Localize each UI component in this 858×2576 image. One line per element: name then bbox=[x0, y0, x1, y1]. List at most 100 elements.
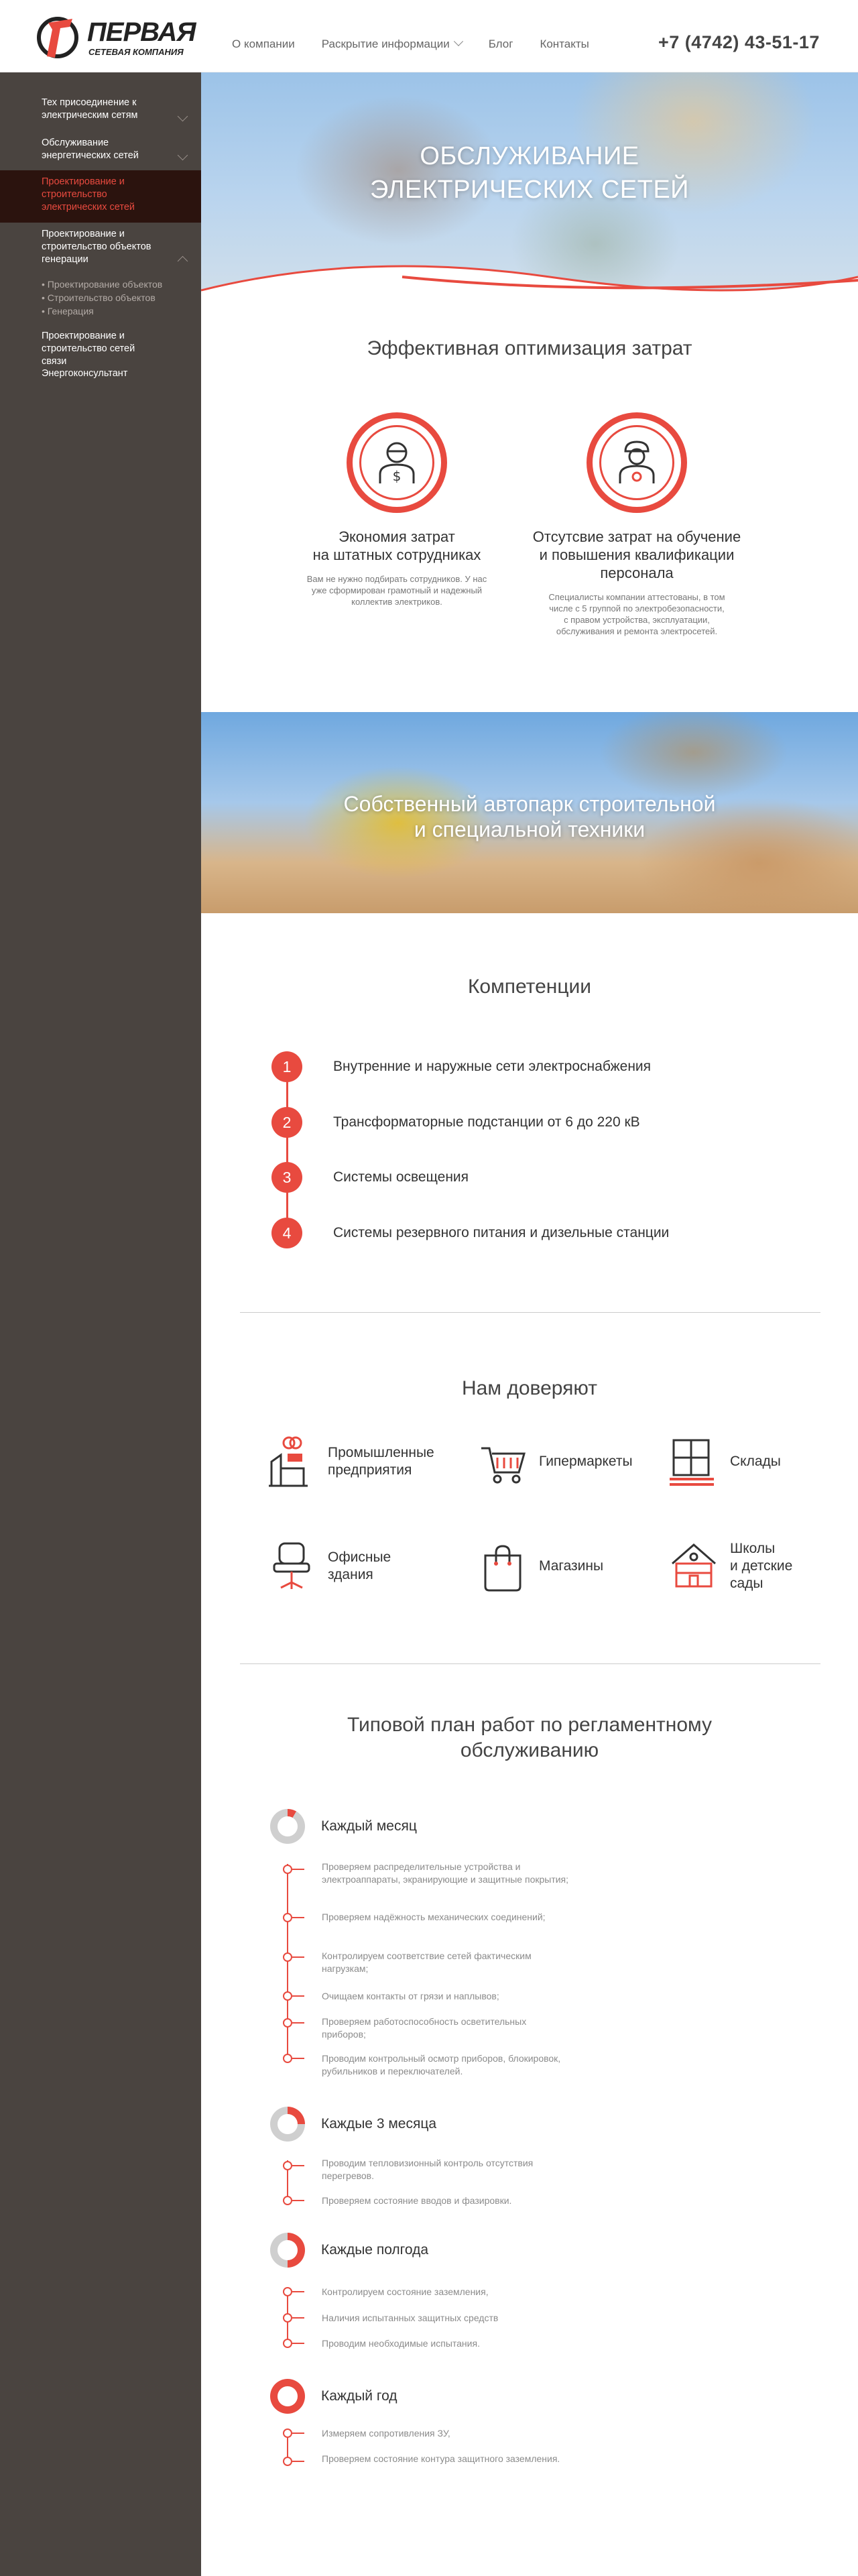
task-marker bbox=[283, 2428, 292, 2438]
hero-title-line2: ЭЛЕКТРИЧЕСКИХ СЕТЕЙ bbox=[370, 176, 689, 204]
trust-label-line1: Гипермаркеты bbox=[539, 1454, 633, 1469]
competency-text: Трансформаторные подстанции от 6 до 220 … bbox=[333, 1114, 640, 1130]
task-text: Проводим необходимые испытания. bbox=[322, 2338, 480, 2349]
trust-label: Гипермаркеты bbox=[539, 1453, 633, 1470]
logo-title: ПЕРВАЯ bbox=[87, 17, 196, 47]
sidebar-item-communication-networks[interactable]: Проектирование и строительство сетей свя… bbox=[0, 330, 201, 368]
feature-title-line3: персонала bbox=[600, 565, 674, 581]
task-text: Измеряем сопротивления ЗУ, bbox=[322, 2428, 450, 2439]
period-ring bbox=[270, 2379, 305, 2414]
task-marker bbox=[283, 1913, 292, 1922]
task-marker bbox=[283, 2196, 292, 2205]
trust-label-line1: Школы bbox=[730, 1541, 776, 1556]
logo-mark-icon bbox=[37, 17, 78, 58]
sidebar-subitem-generation[interactable]: • Генерация bbox=[42, 304, 94, 318]
nav-disclosure[interactable]: Раскрытие информации bbox=[321, 36, 463, 51]
trust-label-line2: здания bbox=[328, 1567, 373, 1582]
trust-label-line2: и детские bbox=[730, 1558, 793, 1574]
task-text: Проверяем состояние контура защитного за… bbox=[322, 2453, 560, 2464]
nav-disclosure-label: Раскрытие информации bbox=[321, 38, 450, 50]
task-marker bbox=[283, 1991, 292, 2001]
competency-text: Системы освещения bbox=[333, 1169, 469, 1185]
period-ring bbox=[270, 2107, 305, 2142]
feature-title: Экономия затрат на штатных сотрудниках bbox=[286, 528, 507, 564]
sidebar-item-energy-consultant[interactable]: Энергоконсультант bbox=[0, 367, 201, 380]
task-text: Контролируем соответствие сетей фактичес… bbox=[322, 1950, 532, 1974]
warehouse-boxes-icon bbox=[670, 1439, 714, 1486]
task-text: Проверяем работоспособность осветительны… bbox=[322, 2016, 527, 2040]
period-label: Каждые 3 месяца bbox=[321, 2116, 437, 2131]
task-marker bbox=[283, 2054, 292, 2063]
task-text: Проводим тепловизионный контроль отсутст… bbox=[322, 2158, 534, 2181]
trust-label: Склады bbox=[730, 1453, 781, 1470]
period-yearly: Каждый год bbox=[270, 2379, 397, 2414]
task-marker bbox=[283, 2018, 292, 2028]
logo[interactable]: ПЕРВАЯ СЕТЕВАЯ КОМПАНИЯ bbox=[35, 13, 196, 60]
trust-item-industrial: Промышленные предприятия bbox=[265, 1435, 434, 1488]
task-text: Проводим контрольный осмотр приборов, бл… bbox=[322, 2053, 561, 2076]
trust-item-schools: Школы и детские сады bbox=[667, 1539, 792, 1593]
nav-contacts[interactable]: Контакты bbox=[540, 38, 589, 51]
feature-title-line1: Экономия затрат bbox=[339, 528, 455, 545]
nav-about[interactable]: О компании bbox=[232, 38, 295, 51]
period-label: Каждый месяц bbox=[321, 1818, 417, 1834]
sidebar-item-label: Энергоконсультант bbox=[42, 368, 128, 379]
sidebar-item-network-service[interactable]: Обслуживание энергетических сетей bbox=[0, 137, 201, 162]
trust-label-line1: Промышленные bbox=[328, 1445, 434, 1460]
phone-link[interactable]: +7 (4742) 43-51-17 bbox=[658, 32, 820, 53]
sidebar-item-label: Проектирование и строительство электриче… bbox=[42, 176, 135, 213]
feature-title-line1: Отсутсвие затрат на обучение bbox=[532, 528, 741, 545]
competency-number: 2 bbox=[271, 1107, 302, 1138]
factory-icon bbox=[269, 1436, 308, 1487]
office-chair-icon bbox=[273, 1542, 310, 1589]
competency-text: Системы резервного питания и дизельные с… bbox=[333, 1225, 670, 1240]
task-text: Наличия испытанных защитных средств bbox=[322, 2312, 499, 2323]
nav-blog[interactable]: Блог bbox=[489, 38, 513, 51]
sidebar-item-label: Проектирование и строительство объектов … bbox=[42, 229, 151, 265]
money-worker-icon: $ bbox=[379, 442, 415, 484]
trust-item-warehouses: Склады bbox=[667, 1435, 781, 1488]
feature-title-line2: и повышения квалификации bbox=[539, 546, 735, 563]
task-marker bbox=[283, 2161, 292, 2170]
trust-item-hypermarkets: Гипермаркеты bbox=[476, 1435, 633, 1488]
trust-label-line1: Магазины bbox=[539, 1558, 604, 1574]
task-marker bbox=[283, 1865, 292, 1874]
sidebar-item-label: Тех присоединение к электрическим сетям bbox=[42, 97, 138, 121]
trust-item-offices: Офисные здания bbox=[265, 1539, 391, 1593]
feature-economy: $ Экономия затрат на штатных сотрудниках… bbox=[286, 412, 507, 607]
task-marker bbox=[283, 1952, 292, 1962]
period-label: Каждые полгода bbox=[321, 2242, 429, 2258]
machinery-banner: Собственный автопарк строительной и спец… bbox=[201, 712, 858, 913]
svg-text:$: $ bbox=[393, 468, 402, 484]
period-ring bbox=[270, 1809, 305, 1844]
task-text: Очищаем контакты от грязи и наплывов; bbox=[322, 1991, 499, 2001]
feature-text: Вам не нужно подбирать сотрудников. У на… bbox=[306, 574, 487, 607]
task-marker bbox=[283, 2339, 292, 2348]
task-marker bbox=[283, 2313, 292, 2323]
sidebar-subitem-construction[interactable]: • Строительство объектов bbox=[42, 291, 156, 304]
sidebar-subitem-design[interactable]: • Проектирование объектов bbox=[42, 278, 162, 291]
sidebar-item-electric-networks[interactable]: Проектирование и строительство электриче… bbox=[0, 170, 201, 223]
hero-title-line1: ОБСЛУЖИВАНИЕ bbox=[420, 142, 639, 170]
competency-number: 3 bbox=[271, 1162, 302, 1193]
main-nav: О компании Раскрытие информации Блог Кон… bbox=[232, 36, 616, 51]
feature-circle bbox=[587, 412, 687, 513]
hero-wave bbox=[201, 265, 858, 317]
feature-text: Специалисты компании аттестованы, в том … bbox=[548, 592, 725, 636]
sidebar-item-label: Проектирование и строительство сетей свя… bbox=[42, 331, 135, 367]
sidebar-item-tech-connection[interactable]: Тех присоединение к электрическим сетям bbox=[0, 97, 201, 122]
trust-label: Магазины bbox=[539, 1558, 603, 1575]
task-marker bbox=[283, 2287, 292, 2296]
feature-title-line2: на штатных сотрудниках bbox=[312, 546, 481, 563]
task-text: Проверяем надёжность механических соедин… bbox=[322, 1912, 546, 1922]
trust-item-shops: Магазины bbox=[476, 1539, 603, 1593]
school-icon bbox=[672, 1543, 716, 1588]
sidebar-item-generation[interactable]: Проектирование и строительство объектов … bbox=[0, 228, 201, 266]
competency-number: 1 bbox=[271, 1051, 302, 1082]
trust-label-line1: Офисные bbox=[328, 1549, 391, 1565]
sidebar: Тех присоединение к электрическим сетям … bbox=[0, 72, 201, 2576]
hero-banner: ОБСЛУЖИВАНИЕ ЭЛЕКТРИЧЕСКИХ СЕТЕЙ bbox=[201, 72, 858, 317]
competencies-title: Компетенции bbox=[467, 976, 592, 998]
trust-title: Нам доверяют bbox=[462, 1377, 597, 1399]
trust-label-line1: Склады bbox=[730, 1454, 781, 1469]
